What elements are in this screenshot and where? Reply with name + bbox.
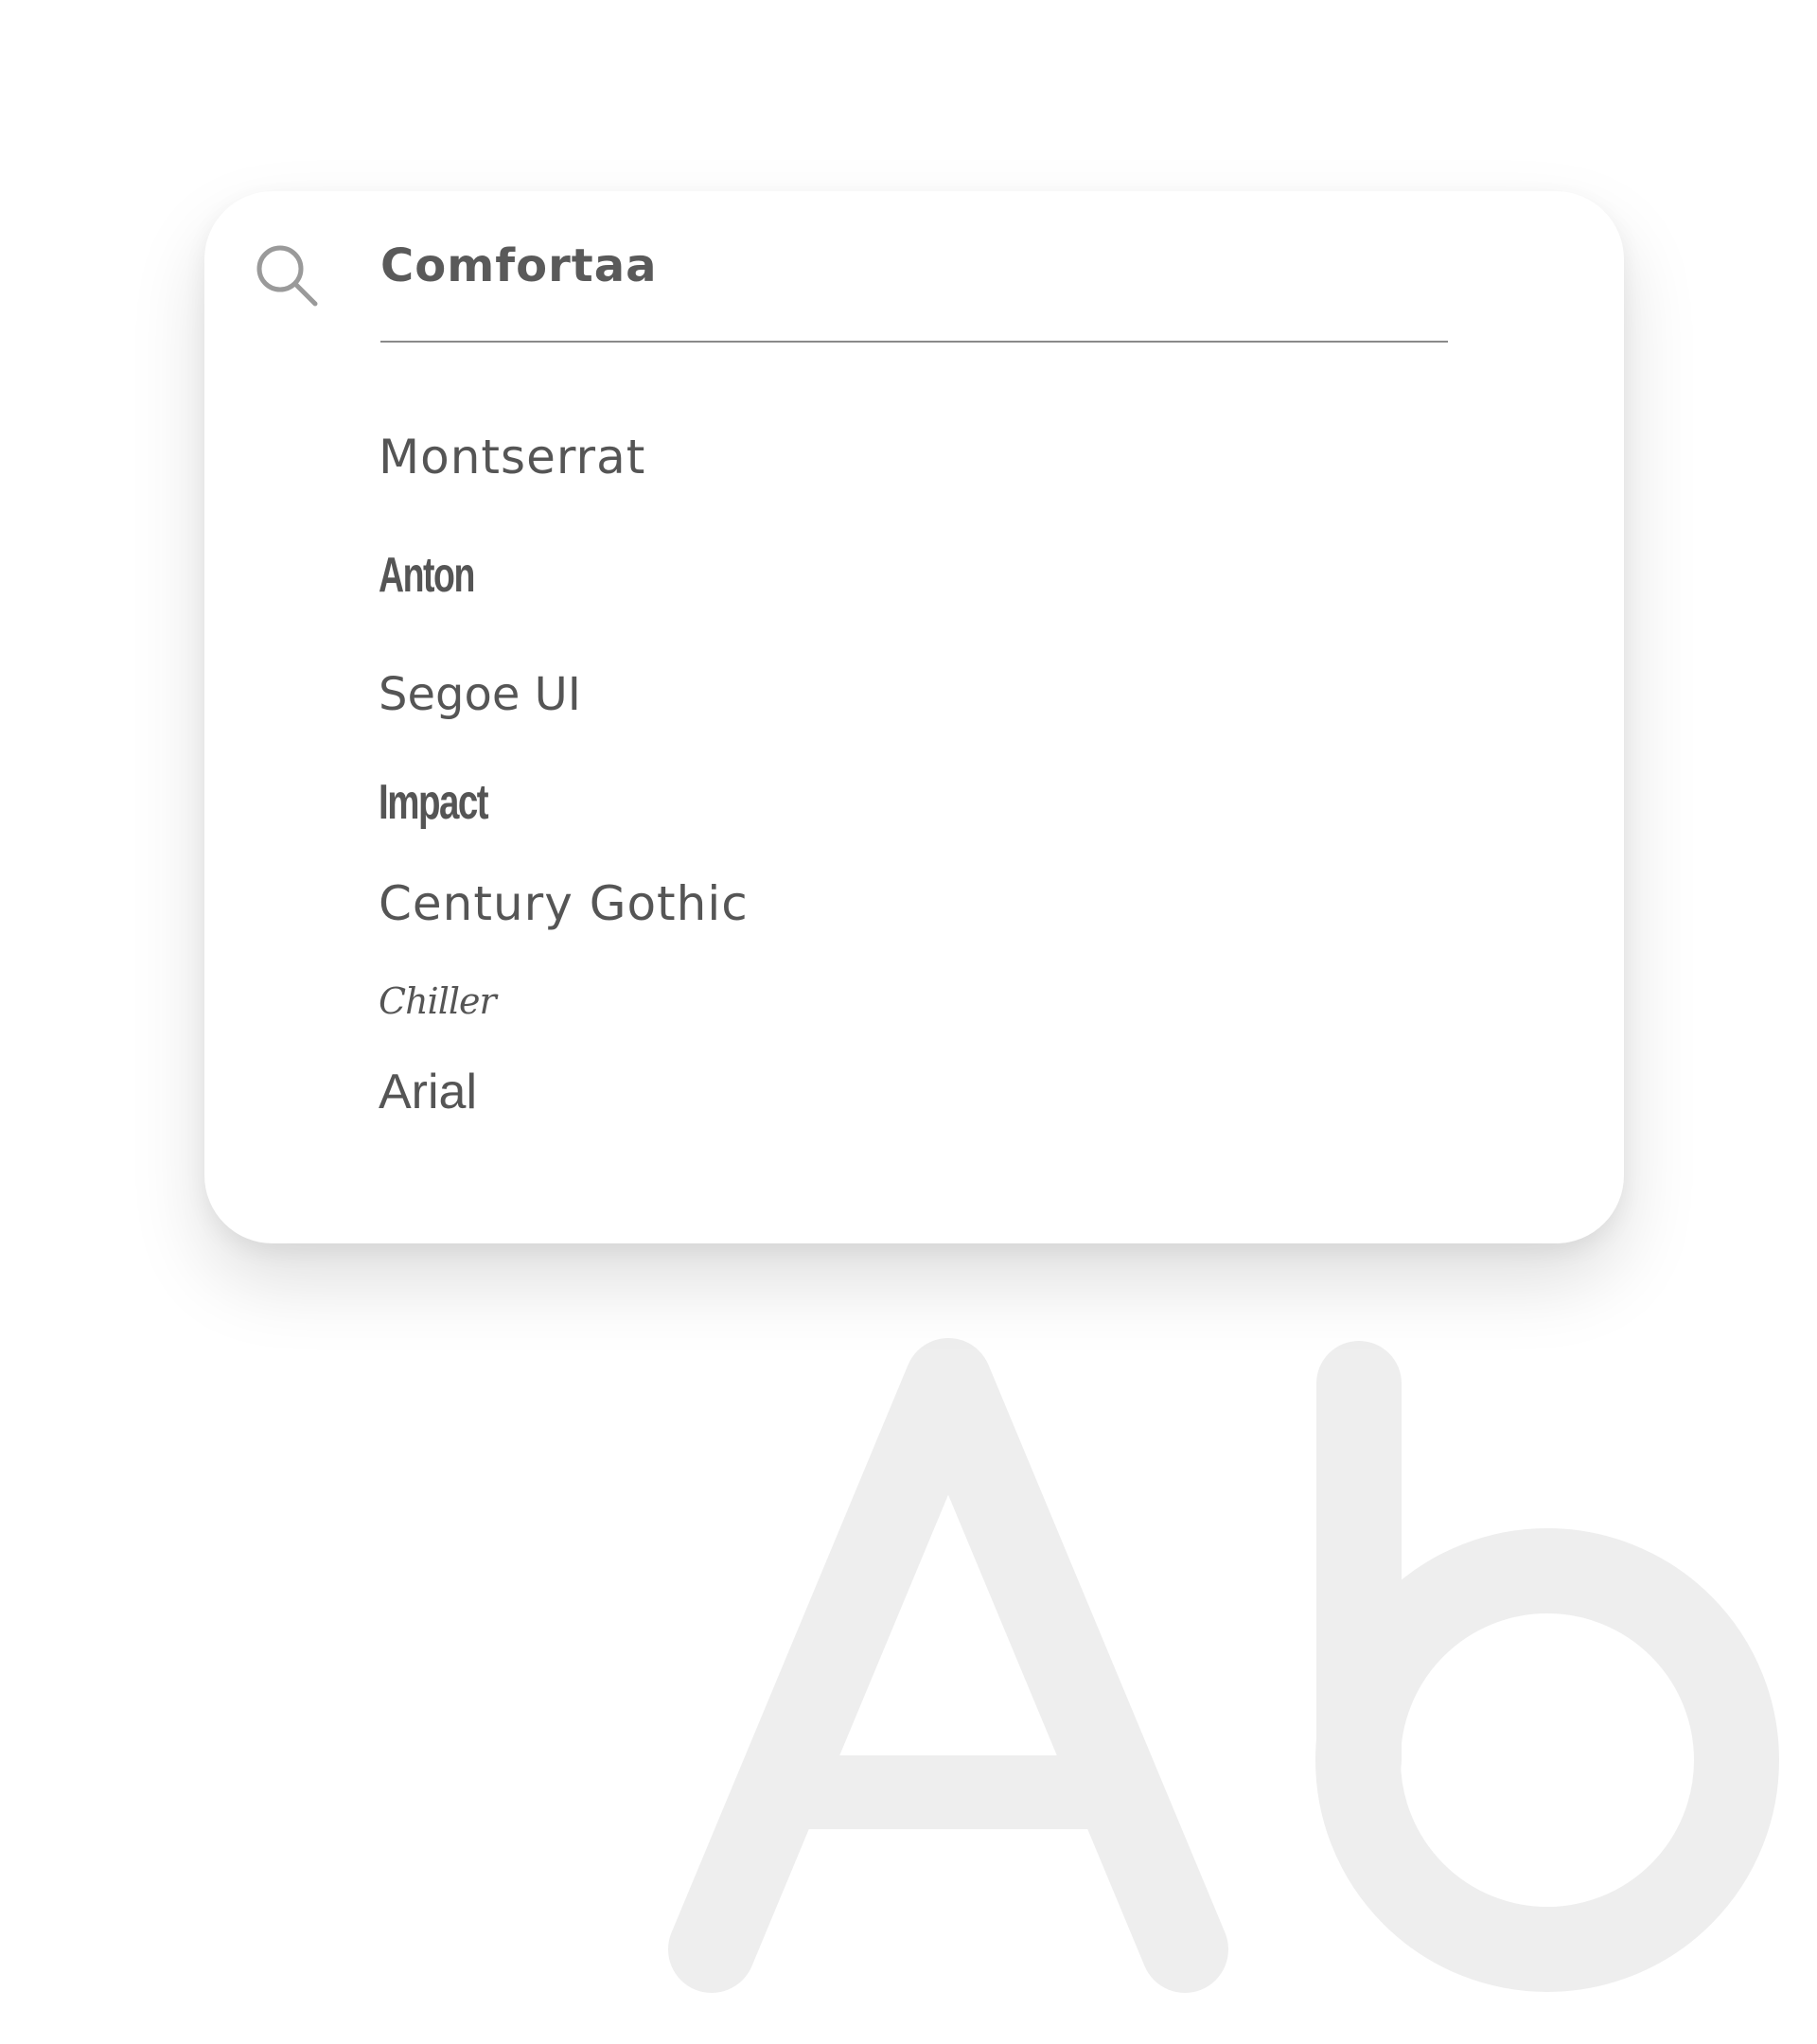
font-option-arial[interactable]: Arial [379,1064,477,1120]
font-picker-canvas: Montserrat Anton Segoe UI Impact Century… [0,0,1817,2044]
font-option-montserrat[interactable]: Montserrat [379,430,645,485]
font-search-input[interactable] [380,233,1448,299]
font-option-impact[interactable]: Impact [379,774,489,831]
search-icon[interactable] [254,242,320,308]
search-underline [380,341,1448,343]
font-option-anton[interactable]: Anton [379,547,475,604]
font-option-century-gothic[interactable]: Century Gothic [379,876,749,931]
font-option-chiller[interactable]: Chiller [379,980,497,1022]
font-dropdown-panel: Montserrat Anton Segoe UI Impact Century… [204,191,1624,1243]
font-option-segoe-ui[interactable]: Segoe UI [379,668,581,721]
